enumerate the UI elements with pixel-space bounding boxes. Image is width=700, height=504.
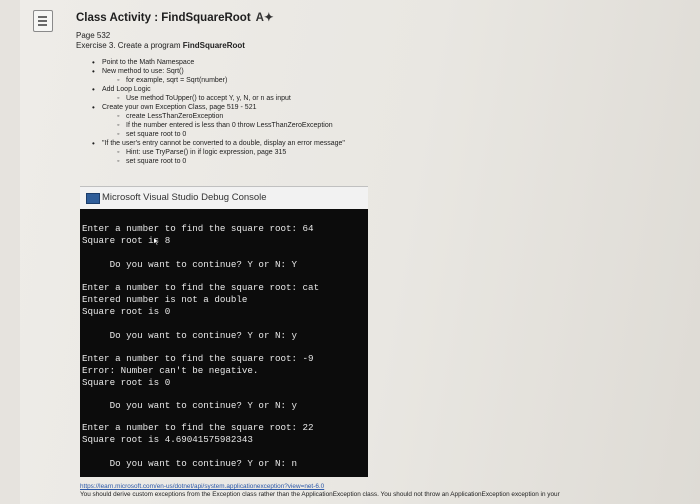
console-line: Enter a number to find the square root: … — [82, 422, 314, 433]
list-item: for example, sqrt = Sqrt(number) — [92, 76, 345, 85]
instruction-list: Point to the Math Namespace New method t… — [92, 58, 345, 166]
list-item: create LessThanZeroException — [92, 112, 345, 121]
console-line: Enter a number to find the square root: … — [82, 282, 320, 293]
console-line: Do you want to continue? Y or N: y — [82, 400, 298, 411]
debug-console-screenshot: Microsoft Visual Studio Debug Console En… — [80, 186, 368, 477]
exercise-program: FindSquareRoot — [182, 41, 245, 50]
reference-link[interactable]: https://learn.microsoft.com/en-us/dotnet… — [80, 483, 324, 490]
exercise-line: Exercise 3. Create a program FindSquareR… — [76, 41, 245, 50]
page-reference: Page 532 — [76, 31, 111, 40]
console-line: Square root is 0 — [82, 377, 171, 388]
list-item: set square root to 0 — [92, 130, 345, 139]
document-icon[interactable] — [33, 10, 53, 32]
console-app-icon — [86, 193, 100, 204]
console-line: Square root is 4.69041575982343 — [82, 434, 253, 445]
title-text: Class Activity : FindSquareRoot — [76, 12, 251, 24]
list-item: If the number entered is less than 0 thr… — [92, 121, 345, 130]
console-title-bar: Microsoft Visual Studio Debug Console — [80, 187, 368, 209]
footer-note: You should derive custom exceptions from… — [80, 491, 560, 498]
console-line: Do you want to continue? Y or N: Y — [82, 259, 298, 270]
list-item: Point to the Math Namespace — [92, 58, 345, 67]
list-item: Use method ToUpper() to accept Y, y, N, … — [92, 94, 345, 103]
list-item: Hint: use TryParse() in if logic express… — [92, 148, 345, 157]
page-title: Class Activity : FindSquareRoot A✦ — [76, 10, 274, 24]
console-line: Enter a number to find the square root: … — [82, 353, 314, 364]
console-line: Entered number is not a double — [82, 294, 248, 305]
console-line: Square root is 0 — [82, 306, 171, 317]
console-line: Error: Number can't be negative. — [82, 365, 259, 376]
list-item: Add Loop Logic — [92, 85, 345, 94]
exercise-prefix: Exercise 3. Create a program — [76, 41, 183, 50]
console-line: Do you want to continue? Y or N: n — [82, 458, 298, 469]
list-item: New method to use: Sqrt() — [92, 67, 345, 76]
console-line: Enter a number to find the square root: … — [82, 223, 314, 234]
mouse-cursor-icon — [153, 237, 160, 246]
list-item: Create your own Exception Class, page 51… — [92, 103, 345, 112]
list-item: set square root to 0 — [92, 157, 345, 166]
console-title: Microsoft Visual Studio Debug Console — [102, 192, 267, 203]
console-line: Do you want to continue? Y or N: y — [82, 330, 298, 341]
list-item: "If the user's entry cannot be converted… — [92, 139, 345, 148]
ai-assist-icon[interactable]: A✦ — [256, 12, 274, 24]
